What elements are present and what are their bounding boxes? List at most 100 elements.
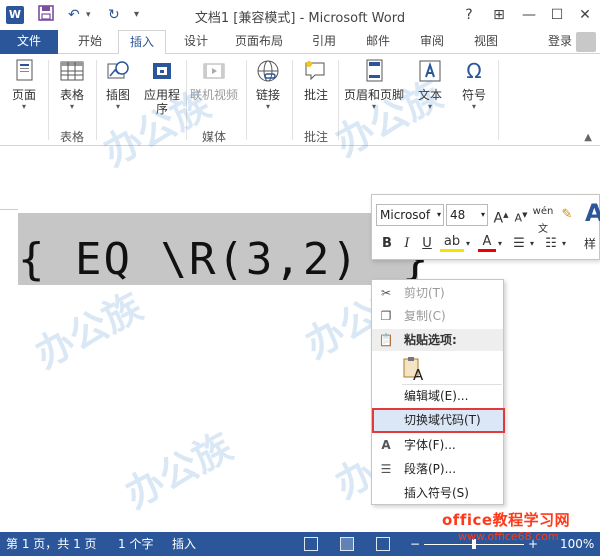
menu-item-copy[interactable]: ❐ 复制(C) (372, 305, 503, 327)
group-divider (186, 60, 187, 140)
paste-keep-text-only-icon[interactable]: A (402, 356, 426, 384)
italic-icon[interactable]: I (398, 235, 416, 253)
phonetic-guide-icon[interactable]: wén 文 (532, 203, 554, 239)
text-button[interactable]: 文本 ▾ (410, 58, 450, 112)
new-comment-button[interactable]: 批注 (296, 58, 336, 102)
tab-design[interactable]: 设计 (174, 30, 218, 54)
menu-item-paragraph[interactable]: ☰ 段落(P)... (372, 458, 503, 480)
pages-button[interactable]: 页面 ▾ (4, 58, 44, 112)
close-button[interactable]: ✕ (572, 4, 598, 26)
grow-font-icon[interactable]: A▲ (492, 206, 510, 228)
shrink-font-icon[interactable]: A▼ (512, 206, 530, 228)
tab-references[interactable]: 引用 (302, 30, 346, 54)
illustrations-button[interactable]: 插图 ▾ (100, 58, 136, 112)
bullets-icon[interactable]: ☰ (510, 235, 528, 253)
page-count[interactable]: 第 1 页，共 1 页 (6, 532, 97, 556)
chevron-down-icon: ▾ (371, 102, 376, 111)
save-icon[interactable] (38, 5, 54, 27)
ribbon-tabs: 文件 开始 插入 设计 页面布局 引用 邮件 审阅 视图 登录 (0, 30, 600, 55)
zoom-level[interactable]: 100% (560, 532, 594, 556)
chevron-down-icon[interactable]: ▾ (528, 235, 536, 253)
group-label-media: 媒体 (201, 130, 226, 144)
menu-header-paste-options: 📋 粘贴选项: (372, 329, 503, 351)
collapse-ribbon-icon[interactable]: ▲ (584, 132, 592, 143)
tab-insert[interactable]: 插入 (118, 30, 166, 55)
menu-item-insert-symbol[interactable]: 插入符号(S) (372, 482, 503, 504)
chevron-down-icon: ▾ (471, 102, 476, 111)
group-label-comments: 批注 (303, 130, 328, 144)
bold-icon[interactable]: B (378, 235, 396, 253)
print-layout-icon[interactable] (340, 537, 354, 551)
links-button[interactable]: 链接 ▾ (250, 58, 286, 112)
group-divider (292, 60, 293, 140)
styles-label[interactable]: 样 (584, 235, 596, 252)
table-button[interactable]: 表格 ▾ (52, 58, 92, 112)
group-divider (48, 60, 49, 140)
restore-button[interactable]: ☐ (544, 4, 570, 26)
copy-icon: ❐ (380, 309, 392, 323)
table-icon (59, 58, 85, 84)
styles-icon[interactable]: A (585, 199, 600, 227)
minimize-button[interactable]: — (516, 4, 542, 26)
word-logo-icon[interactable]: W (6, 6, 24, 24)
menu-item-edit-field[interactable]: 编辑域(E)... (372, 385, 503, 407)
font-color-icon[interactable]: A (478, 235, 496, 252)
group-divider (338, 60, 339, 140)
menu-item-toggle-field-codes[interactable]: 切换域代码(T) (372, 408, 505, 433)
clipboard-icon: 📋 (378, 333, 394, 347)
tab-review[interactable]: 审阅 (410, 30, 454, 54)
font-name-box[interactable]: Microsof ▾ (376, 204, 444, 226)
chevron-down-icon: ▾ (115, 102, 120, 111)
tab-view[interactable]: 视图 (464, 30, 508, 54)
apps-icon (149, 58, 175, 84)
chevron-down-icon: ▾ (69, 102, 74, 111)
chevron-down-icon[interactable]: ▾ (464, 235, 472, 253)
tab-file[interactable]: 文件 (0, 30, 58, 54)
insert-mode[interactable]: 插入 (172, 532, 196, 556)
tab-page-layout[interactable]: 页面布局 (226, 30, 292, 54)
underline-icon[interactable]: U (418, 235, 436, 253)
redo-icon[interactable]: ↻ (108, 5, 120, 25)
group-divider (246, 60, 247, 140)
avatar[interactable] (576, 32, 596, 52)
tab-mailings[interactable]: 邮件 (356, 30, 400, 54)
format-painter-icon[interactable]: ✎ (558, 206, 576, 224)
field-code-text[interactable]: { EQ \R(3,2) (18, 235, 388, 285)
margin-marker (0, 209, 18, 210)
web-layout-icon[interactable] (376, 537, 390, 551)
chevron-down-icon: ▾ (436, 210, 441, 219)
chevron-down-icon: ▾ (427, 102, 432, 111)
title-bar: W ↶ ▾ ↻ ▾ 文档1 [兼容模式] - Microsoft Word ? … (0, 0, 600, 30)
watermark-url: www.office68.com (458, 530, 559, 543)
group-label-tables: 表格 (59, 130, 84, 144)
text-box-icon (417, 58, 443, 84)
menu-item-font[interactable]: A 字体(F)... (372, 434, 503, 456)
chevron-down-icon: ▾ (21, 102, 26, 111)
read-mode-icon[interactable] (304, 537, 318, 551)
font-size-box[interactable]: 48 ▾ (446, 204, 488, 226)
chevron-down-icon[interactable]: ▾ (560, 235, 568, 253)
customize-qat-icon[interactable]: ▾ (134, 5, 139, 25)
chevron-down-icon: ▾ (480, 210, 485, 219)
group-divider (96, 60, 97, 140)
header-footer-icon (361, 58, 387, 84)
zoom-out-icon[interactable]: − (410, 532, 420, 556)
word-count[interactable]: 1 个字 (118, 532, 153, 556)
ribbon-insert: 页面 ▾ 表格 ▾ 表格 插图 ▾ 应用程 序 联机视频 媒体 链接 ▾ 批注 … (0, 54, 600, 146)
login-link[interactable]: 登录 (548, 30, 572, 52)
symbols-button[interactable]: Ω 符号 ▾ (454, 58, 494, 112)
chevron-down-icon[interactable]: ▾ (496, 235, 504, 253)
numbering-icon[interactable]: ☷ (542, 235, 560, 253)
undo-icon[interactable]: ↶ (68, 5, 80, 25)
undo-dropdown-icon[interactable]: ▾ (86, 5, 91, 25)
tab-home[interactable]: 开始 (68, 30, 112, 54)
header-footer-button[interactable]: 页眉和页脚 ▾ (342, 58, 406, 112)
mini-toolbar: Microsof ▾ 48 ▾ A▲ A▼ wén 文 ✎ A B I U ab ▾ … (371, 194, 600, 260)
online-video-button[interactable]: 联机视频 (188, 58, 240, 102)
apps-button[interactable]: 应用程 序 (140, 58, 184, 116)
ribbon-display-options-button[interactable]: ⊞ (486, 4, 512, 26)
highlight-icon[interactable]: ab (440, 235, 464, 252)
comment-icon (303, 58, 329, 84)
help-button[interactable]: ? (456, 4, 482, 26)
menu-item-cut[interactable]: ✂ 剪切(T) (372, 282, 503, 304)
